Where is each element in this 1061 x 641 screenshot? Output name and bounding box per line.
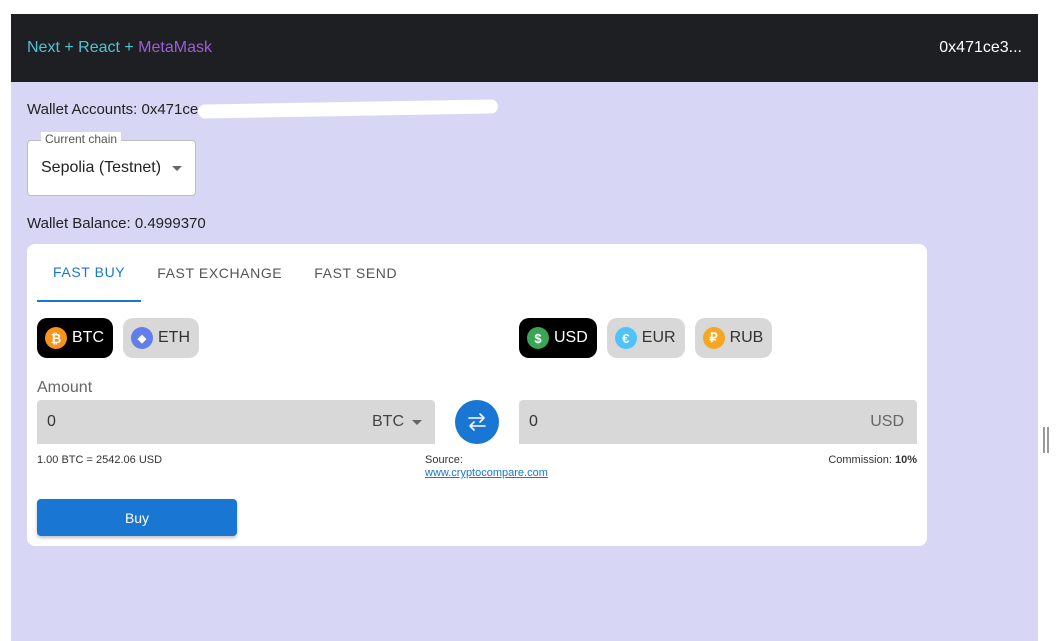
resize-handle-bar: [1043, 427, 1045, 453]
chip-rub-label: RUB: [729, 329, 764, 346]
chip-eth[interactable]: ◆ ETH: [123, 318, 199, 358]
ethereum-icon: ◆: [131, 327, 153, 349]
euro-icon: €: [614, 327, 637, 349]
exchange-card: FAST BUY FAST EXCHANGE FAST SEND ₿ BTC ◆…: [27, 244, 927, 546]
buy-button[interactable]: Buy: [37, 499, 237, 536]
app-frame: Next + React + MetaMask 0x471ce3... Wall…: [11, 14, 1038, 641]
fiat-chip-group: $ USD € EUR ₽ RUB: [519, 318, 773, 358]
chain-select-legend: Current chain: [41, 132, 122, 146]
exchange-rate: 1.00 BTC = 2542.06 USD: [37, 454, 163, 466]
chip-btc[interactable]: ₿ BTC: [37, 318, 113, 358]
commission: Commission: 10%: [828, 454, 917, 466]
chip-eth-label: ETH: [158, 329, 190, 346]
chip-usd[interactable]: $ USD: [519, 318, 597, 358]
main-content: Wallet Accounts: 0x471ce Current chain S…: [11, 82, 1038, 253]
swap-arrows-icon: [468, 413, 486, 431]
resize-handle-bar: [1047, 427, 1049, 453]
brand-title-part1: Next + React +: [27, 39, 139, 56]
app-bar: Next + React + MetaMask 0x471ce3...: [11, 14, 1038, 82]
swap-button[interactable]: [455, 400, 499, 444]
chip-rub[interactable]: ₽ RUB: [694, 318, 773, 358]
to-amount-input[interactable]: 0 USD: [519, 400, 917, 444]
chevron-down-icon: [412, 419, 422, 425]
to-unit-label: USD: [870, 413, 904, 430]
redaction-mark: [198, 99, 499, 119]
rate-source: Source: www.cryptocompare.com: [425, 454, 548, 480]
amount-label: Amount: [37, 379, 93, 396]
account-address-button[interactable]: 0x471ce3...: [939, 39, 1022, 57]
dollar-icon: $: [527, 327, 549, 349]
resize-handle[interactable]: [1043, 427, 1051, 453]
bitcoin-icon: ₿: [45, 327, 67, 349]
wallet-balance: Wallet Balance: 0.4999370: [27, 215, 206, 232]
chip-eur-label: EUR: [641, 329, 676, 346]
from-amount-input[interactable]: 0 BTC: [37, 400, 435, 444]
rate-source-label: Source:: [425, 454, 463, 466]
brand-title: Next + React + MetaMask: [27, 39, 212, 57]
commission-label: Commission:: [828, 454, 892, 466]
chip-usd-label: USD: [554, 329, 588, 346]
brand-title-part2: MetaMask: [138, 39, 212, 56]
crypto-chip-group: ₿ BTC ◆ ETH: [37, 318, 199, 358]
tab-fast-buy[interactable]: FAST BUY: [37, 244, 142, 302]
tab-fast-send[interactable]: FAST SEND: [298, 244, 413, 302]
chain-select-value: Sepolia (Testnet): [41, 159, 162, 176]
from-unit-label: BTC: [372, 413, 404, 430]
chain-select[interactable]: Current chain Sepolia (Testnet): [27, 132, 196, 196]
commission-value: 10%: [894, 454, 917, 466]
tab-fast-exchange[interactable]: FAST EXCHANGE: [141, 244, 298, 302]
wallet-accounts: Wallet Accounts: 0x471ce: [27, 98, 1022, 120]
tab-bar: FAST BUY FAST EXCHANGE FAST SEND: [27, 244, 927, 302]
wallet-accounts-label: Wallet Accounts: 0x471ce: [27, 100, 199, 118]
chip-btc-label: BTC: [72, 329, 104, 346]
rate-source-link[interactable]: www.cryptocompare.com: [425, 467, 548, 480]
to-amount-value: 0: [529, 413, 538, 430]
chip-eur[interactable]: € EUR: [606, 318, 685, 358]
from-amount-value: 0: [47, 413, 56, 430]
chevron-down-icon: [172, 165, 182, 171]
from-unit-select[interactable]: BTC: [372, 413, 422, 431]
ruble-icon: ₽: [702, 327, 725, 349]
currency-chips-row: ₿ BTC ◆ ETH $ USD € EUR ₽ RUB: [37, 318, 917, 358]
